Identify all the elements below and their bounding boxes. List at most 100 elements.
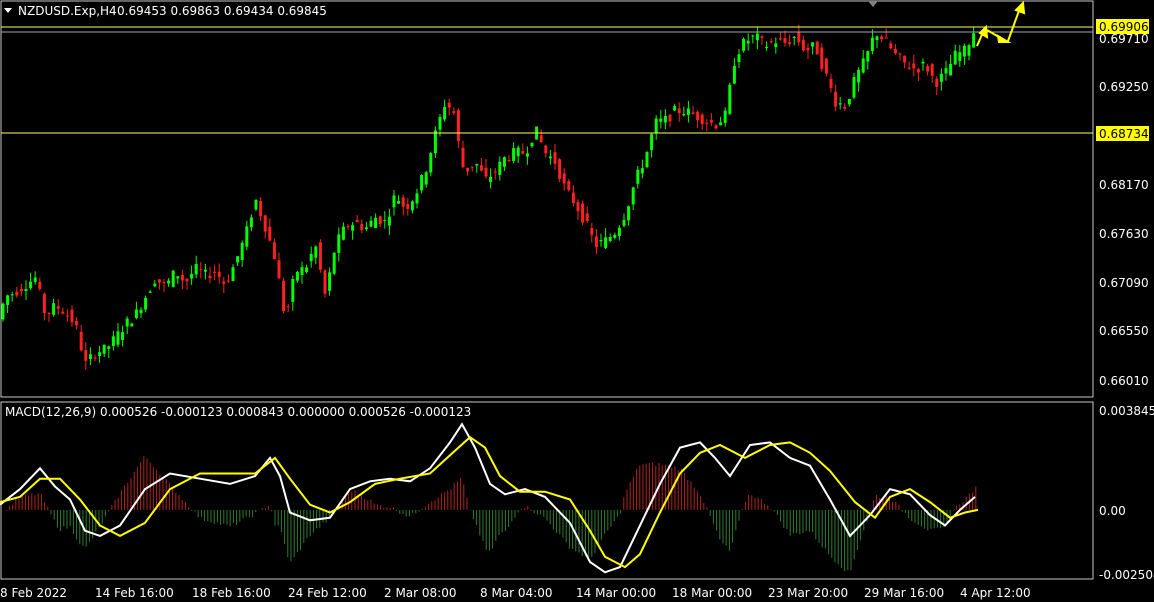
- candle-bear: [263, 215, 267, 232]
- candle-bull: [719, 122, 723, 126]
- chart-canvas[interactable]: NZDUSD.Exp,H4 0.69453 0.69863 0.69434 0.…: [0, 0, 1154, 602]
- candle-bear: [447, 102, 451, 108]
- candle-bull: [502, 157, 506, 167]
- candle-bull: [599, 240, 603, 242]
- candle-bear: [788, 42, 792, 44]
- candle-bull: [627, 206, 631, 221]
- candle-bear: [668, 114, 672, 122]
- candle-bull: [203, 269, 207, 272]
- candle-bear: [493, 171, 497, 173]
- candle-bear: [226, 280, 230, 282]
- candle-bear: [558, 159, 562, 179]
- candle-bull: [838, 103, 842, 105]
- candle-bear: [935, 78, 939, 87]
- projection-arrow-3-head: [1014, 0, 1026, 15]
- candle-bear: [484, 167, 488, 177]
- candle-bear: [259, 200, 263, 217]
- candle-bear: [824, 58, 828, 74]
- candle-bull: [732, 65, 736, 84]
- candle-bull: [953, 50, 957, 65]
- candle-bull: [857, 69, 861, 83]
- candle-bull: [415, 193, 419, 204]
- shift-marker-icon[interactable]: [868, 1, 878, 7]
- candle-bear: [79, 331, 83, 351]
- candle-bull: [397, 200, 401, 204]
- candle-bear: [783, 38, 787, 43]
- candle-bull: [52, 303, 56, 315]
- candle-bear: [93, 357, 97, 359]
- candle-bull: [852, 77, 856, 98]
- candle-bull: [673, 106, 677, 111]
- candle-bull: [640, 168, 644, 174]
- candle-bull: [475, 163, 479, 166]
- candle-bear: [268, 226, 272, 241]
- candle-bear: [585, 213, 589, 221]
- candle-bear: [521, 151, 525, 154]
- candle-bull: [121, 332, 125, 340]
- candle-bull: [792, 36, 796, 38]
- candle-bull: [608, 236, 612, 241]
- candle-bull: [765, 46, 769, 48]
- candle-bear: [907, 67, 911, 69]
- candle-bull: [742, 38, 746, 51]
- symbol-menu-arrow-icon[interactable]: [4, 8, 12, 13]
- candle-bear: [15, 291, 19, 296]
- candle-bear: [346, 226, 350, 228]
- candle-bull: [374, 217, 378, 229]
- candle-bear: [217, 271, 221, 277]
- candle-bear: [213, 271, 217, 273]
- candle-bull: [88, 354, 92, 360]
- candle-bear: [456, 110, 460, 142]
- candle-bear: [318, 242, 322, 270]
- macd-axis-label: 0.003845: [1099, 404, 1154, 418]
- projection-arrow-3: [1007, 7, 1021, 42]
- candle-bull: [525, 153, 529, 157]
- candle-bull: [516, 147, 520, 157]
- candle-bull: [751, 35, 755, 37]
- candle-bull: [245, 226, 249, 247]
- candle-bull: [392, 195, 396, 208]
- main-chart-frame: [0, 0, 1094, 398]
- candle-bear: [930, 64, 934, 76]
- candle-bear: [406, 204, 410, 209]
- candle-bull: [24, 289, 28, 292]
- projection-arrows: [976, 0, 1026, 47]
- candle-bull: [438, 117, 442, 130]
- candle-bear: [576, 202, 580, 212]
- candle-bull: [148, 291, 152, 293]
- candle-bull: [328, 272, 332, 291]
- candle-bull: [631, 187, 635, 205]
- candle-bear: [700, 114, 704, 125]
- candle-bull: [236, 256, 240, 263]
- candle-bull: [420, 175, 424, 191]
- candle-bear: [539, 135, 543, 143]
- candle-bull: [617, 227, 621, 236]
- candle-bear: [65, 315, 69, 317]
- candle-bull: [249, 217, 253, 228]
- time-label: 14 Feb 16:00: [95, 586, 174, 600]
- candle-bear: [903, 55, 907, 63]
- time-label: 18 Mar 00:00: [672, 586, 752, 600]
- candle-bear: [479, 165, 483, 171]
- candle-bull: [111, 336, 115, 347]
- candle-bear: [466, 167, 470, 172]
- candle-bear: [691, 112, 695, 114]
- candle-bear: [75, 320, 79, 326]
- candle-bear: [916, 69, 920, 73]
- candle-bull: [498, 161, 502, 176]
- candle-bear: [47, 313, 51, 315]
- candle-bull: [364, 227, 368, 230]
- candle-bull: [847, 98, 851, 105]
- macd-histogram: [2, 456, 977, 571]
- candle-bull: [309, 253, 313, 262]
- candle-bear: [507, 159, 511, 161]
- candle-bull: [231, 267, 235, 282]
- time-label: 29 Mar 16:00: [864, 586, 944, 600]
- candle-bear: [277, 260, 281, 279]
- candle-bear: [157, 279, 161, 283]
- candle-bull: [332, 252, 336, 274]
- candle-bull: [295, 271, 299, 281]
- price-label: 0.67630: [1099, 227, 1149, 241]
- candle-bull: [870, 37, 874, 52]
- candle-bear: [778, 38, 782, 40]
